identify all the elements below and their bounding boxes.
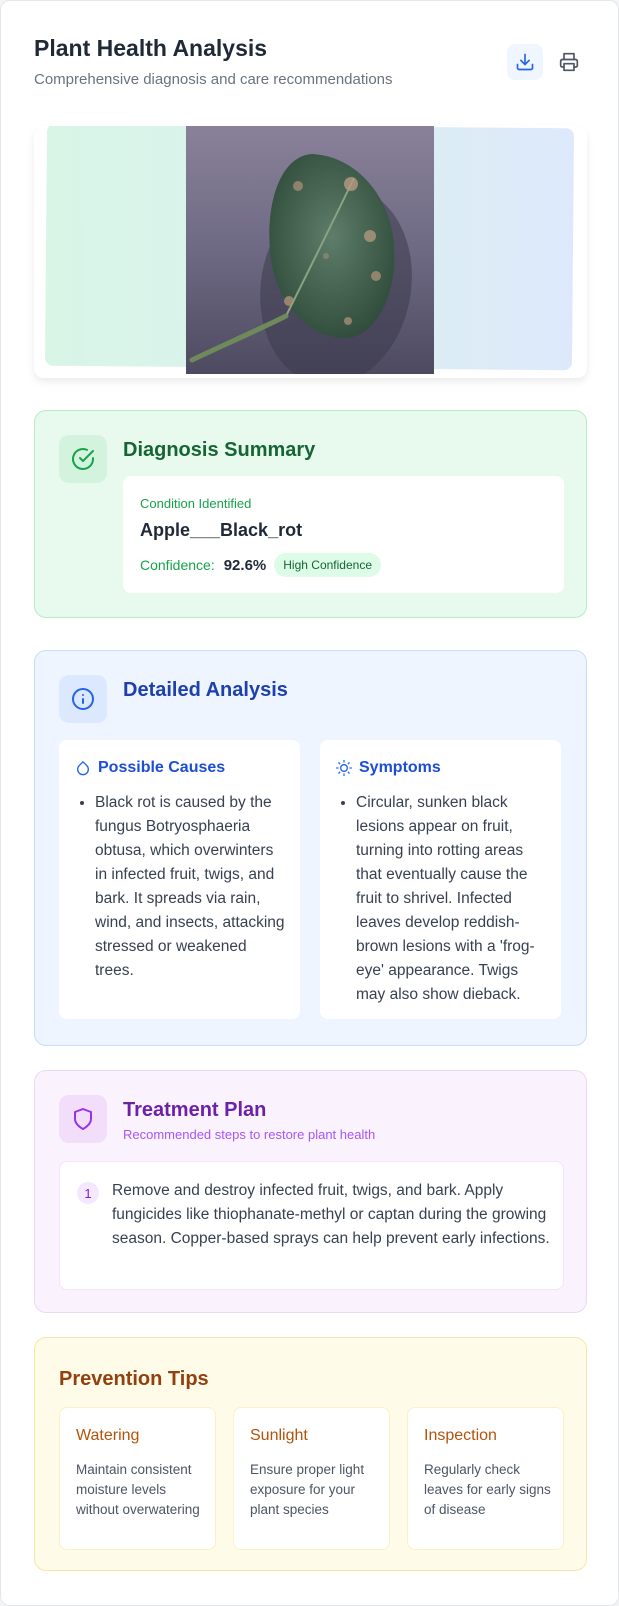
confidence-value: 92.6% (223, 556, 267, 574)
treatment-step: 1 Remove and destroy infected fruit, twi… (59, 1161, 564, 1290)
condition-label: Condition Identified (140, 496, 252, 511)
list-item: Black rot is caused by the fungus Botryo… (95, 791, 285, 983)
sun-icon (336, 760, 352, 776)
prevention-title: Prevention Tips (59, 1368, 209, 1390)
tip-text: Regularly check leaves for early signs o… (424, 1462, 551, 1517)
possible-causes-card: Possible Causes Black rot is caused by t… (59, 740, 300, 1019)
condition-box: Condition Identified Apple___Black_rot C… (123, 476, 564, 593)
tip-title: Sunlight (250, 1427, 308, 1444)
symptoms-title: Symptoms (359, 759, 441, 776)
tip-title: Watering (76, 1427, 140, 1444)
treatment-subtitle: Recommended steps to restore plant healt… (123, 1127, 376, 1142)
info-icon (72, 688, 94, 710)
symptoms-card: Symptoms Circular, sunken black lesions … (320, 740, 561, 1019)
confidence-row: Confidence: 92.6% High Confidence (140, 553, 381, 577)
diagnosis-title: Diagnosis Summary (123, 439, 316, 461)
treatment-title: Treatment Plan (123, 1099, 267, 1121)
condition-name: Apple___Black_rot (140, 520, 303, 540)
tip-watering: Watering Maintain consistent moisture le… (59, 1407, 216, 1550)
prevention-tips-card: Prevention Tips Watering Maintain consis… (34, 1337, 587, 1571)
step-number: 1 (77, 1182, 99, 1204)
diagnosis-summary-card: Diagnosis Summary Condition Identified A… (34, 410, 587, 618)
detailed-analysis-card: Detailed Analysis Possible Causes Black … (34, 650, 587, 1046)
plant-image-card (34, 126, 587, 378)
step-text: Remove and destroy infected fruit, twigs… (112, 1182, 550, 1247)
symptoms-list: Circular, sunken black lesions appear on… (356, 791, 546, 1007)
tip-text: Ensure proper light exposure for your pl… (250, 1462, 365, 1517)
diagnosis-icon-box (59, 435, 107, 483)
leaf-photo (186, 126, 434, 374)
causes-list: Black rot is caused by the fungus Botryo… (95, 791, 285, 983)
check-circle-icon (72, 448, 94, 470)
header-actions (507, 44, 587, 80)
treatment-plan-card: Treatment Plan Recommended steps to rest… (34, 1070, 587, 1313)
download-icon (516, 53, 534, 71)
causes-header: Possible Causes (75, 759, 225, 777)
droplet-icon (77, 761, 89, 776)
download-button[interactable] (507, 44, 543, 80)
page-subtitle: Comprehensive diagnosis and care recomme… (34, 71, 393, 88)
confidence-label: Confidence: (140, 557, 215, 573)
header: Plant Health Analysis Comprehensive diag… (34, 35, 587, 95)
tip-text: Maintain consistent moisture levels with… (76, 1462, 200, 1517)
causes-title: Possible Causes (98, 759, 226, 776)
confidence-badge: High Confidence (274, 553, 381, 577)
tip-title: Inspection (424, 1427, 497, 1444)
tip-inspection: Inspection Regularly check leaves for ea… (407, 1407, 564, 1550)
analysis-title: Detailed Analysis (123, 679, 288, 701)
analysis-icon-box (59, 675, 107, 723)
shield-icon (74, 1108, 92, 1130)
list-item: Circular, sunken black lesions appear on… (356, 791, 546, 1007)
treatment-icon-box (59, 1095, 107, 1143)
tip-sunlight: Sunlight Ensure proper light exposure fo… (233, 1407, 390, 1550)
symptoms-header: Symptoms (336, 759, 441, 777)
print-button[interactable] (551, 44, 587, 80)
page: Plant Health Analysis Comprehensive diag… (0, 0, 619, 1606)
printer-icon (559, 52, 579, 72)
page-title: Plant Health Analysis (34, 35, 268, 61)
